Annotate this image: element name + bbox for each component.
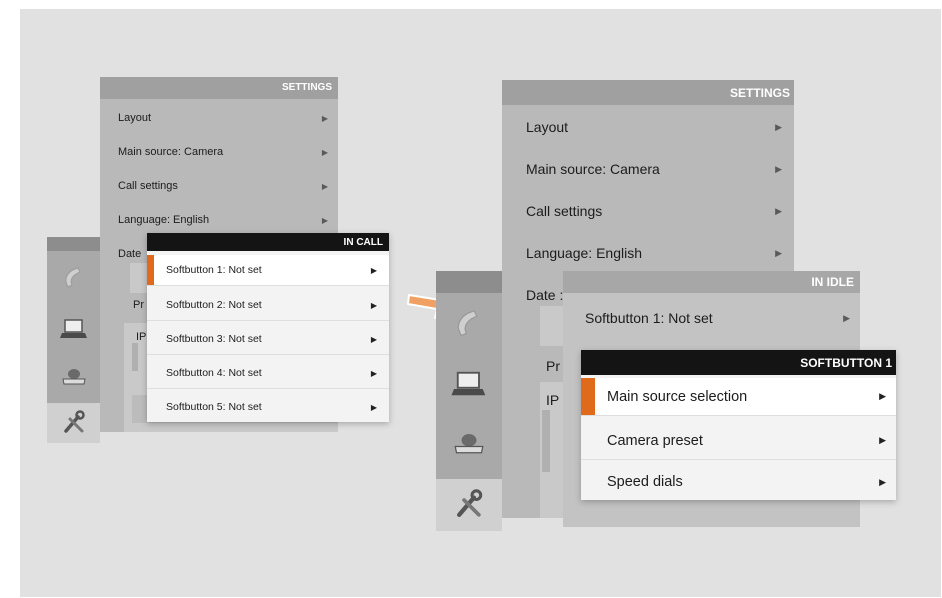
chevron-right-icon: ▶ — [775, 247, 782, 258]
popup-item-speed-dials[interactable]: Speed dials ▶ — [581, 464, 896, 500]
popup-item-label: Softbutton 4: Not set — [166, 367, 262, 379]
sidebar-settings-button[interactable] — [436, 479, 502, 531]
settings-item-label: Layout — [118, 112, 152, 124]
popup-item-label: Softbutton 3: Not set — [166, 333, 262, 345]
sidebar-camera-button[interactable] — [47, 357, 100, 397]
sidebar-settings-button[interactable] — [47, 403, 100, 443]
chevron-right-icon: ▶ — [370, 334, 377, 344]
popup-title: IN CALL — [147, 233, 389, 251]
popup-item-label: Softbutton 2: Not set — [166, 299, 262, 311]
popup-item-softbutton-1[interactable]: Softbutton 1: Not set ▶ — [563, 299, 860, 337]
popup-title: SOFTBUTTON 1 — [581, 350, 896, 375]
chevron-right-icon: ▶ — [321, 181, 328, 191]
sidebar-call-button[interactable] — [47, 257, 100, 299]
popup-item-label: Speed dials — [607, 474, 683, 490]
video-camera-icon — [61, 369, 86, 385]
settings-item-call-settings[interactable]: Call settings ▶ — [502, 194, 794, 228]
popup-item-softbutton-1[interactable]: Softbutton 1: Not set ▶ — [147, 255, 389, 286]
settings-item-label: Call settings — [118, 180, 178, 192]
settings-title: SETTINGS — [100, 77, 338, 99]
settings-item-label: Main source: Camera — [526, 161, 660, 177]
popup-item-camera-preset[interactable]: Camera preset ▶ — [581, 422, 896, 460]
popup-item-softbutton-5[interactable]: Softbutton 5: Not set ▶ — [147, 392, 389, 422]
chevron-right-icon: ▶ — [321, 113, 328, 123]
chevron-right-icon: ▶ — [775, 163, 782, 174]
popup-item-softbutton-4[interactable]: Softbutton 4: Not set ▶ — [147, 358, 389, 389]
sidebar-presentation-button[interactable] — [436, 359, 502, 409]
chevron-right-icon: ▶ — [370, 402, 377, 412]
chevron-right-icon: ▶ — [879, 391, 886, 401]
settings-item-layout[interactable]: Layout ▶ — [100, 105, 338, 131]
chevron-right-icon: ▶ — [370, 300, 377, 310]
popup-title: IN IDLE — [563, 271, 860, 293]
laptop-icon — [451, 371, 486, 396]
left-sidebar — [47, 237, 100, 443]
popup-item-main-source-selection[interactable]: Main source selection ▶ — [581, 378, 896, 416]
settings-item-main-source[interactable]: Main source: Camera ▶ — [100, 139, 338, 165]
popup-item-softbutton-2[interactable]: Softbutton 2: Not set ▶ — [147, 290, 389, 321]
chevron-right-icon: ▶ — [843, 312, 850, 323]
settings-item-label: Call settings — [526, 203, 603, 219]
popup-item-label: Softbutton 1: Not set — [585, 310, 713, 326]
chevron-right-icon: ▶ — [879, 476, 886, 487]
settings-item-ip-partial: IP — [546, 392, 560, 408]
video-camera-icon — [454, 434, 484, 454]
settings-item-date-partial: Date : — [526, 287, 564, 303]
chevron-right-icon: ▶ — [775, 121, 782, 132]
popup-item-softbutton-3[interactable]: Softbutton 3: Not set ▶ — [147, 324, 389, 355]
settings-item-date-partial: Date — [118, 248, 142, 260]
settings-item-ip-partial: IP — [136, 331, 147, 343]
popup-item-label: Camera preset — [607, 432, 703, 449]
chevron-right-icon: ▶ — [879, 435, 886, 445]
settings-item-label: Layout — [526, 119, 569, 135]
phone-icon — [457, 310, 478, 337]
chevron-right-icon: ▶ — [321, 147, 328, 157]
chevron-right-icon: ▶ — [370, 368, 377, 378]
left-softbutton-popup: IN CALL Softbutton 1: Not set ▶ Softbutt… — [147, 233, 389, 422]
popup-item-label: Softbutton 5: Not set — [166, 401, 262, 413]
tools-icon — [457, 489, 483, 517]
sidebar-camera-button[interactable] — [436, 419, 502, 469]
settings-item-label: Main source: Camera — [118, 146, 224, 158]
popup-item-label: Main source selection — [607, 388, 748, 405]
chevron-right-icon: ▶ — [370, 265, 377, 275]
right-softbutton-popup: SOFTBUTTON 1 Main source selection ▶ Cam… — [581, 350, 896, 500]
settings-title: SETTINGS — [502, 80, 794, 105]
settings-item-language[interactable]: Language: English ▶ — [100, 207, 338, 233]
settings-item-call-settings[interactable]: Call settings ▶ — [100, 173, 338, 199]
settings-item-label: Language: English — [118, 214, 210, 226]
popup-item-label: Softbutton 1: Not set — [166, 264, 262, 276]
settings-item-pr-partial: Pr — [133, 299, 144, 311]
settings-item-language[interactable]: Language: English ▶ — [502, 236, 794, 270]
chevron-right-icon: ▶ — [321, 215, 328, 225]
sidebar-call-button[interactable] — [436, 297, 502, 351]
tools-icon — [63, 410, 85, 433]
chevron-right-icon: ▶ — [775, 205, 782, 216]
sidebar-presentation-button[interactable] — [47, 309, 100, 349]
right-sidebar — [436, 271, 502, 531]
laptop-icon — [59, 319, 87, 338]
settings-item-pr-partial: Pr — [546, 358, 560, 374]
illustration-canvas: SETTINGS Layout ▶ Main source: Camera ▶ … — [20, 9, 941, 597]
settings-item-label: Language: English — [526, 245, 642, 261]
settings-item-layout[interactable]: Layout ▶ — [502, 110, 794, 144]
settings-item-main-source[interactable]: Main source: Camera ▶ — [502, 152, 794, 186]
phone-icon — [64, 267, 81, 288]
